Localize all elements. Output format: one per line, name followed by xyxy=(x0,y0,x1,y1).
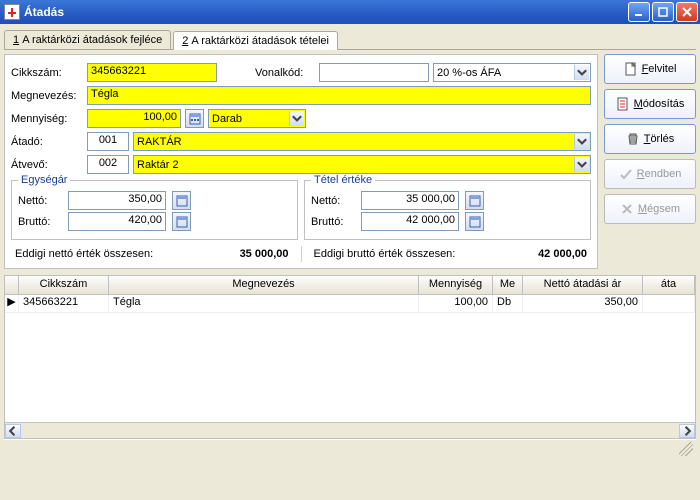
egysegar-netto-input[interactable]: 350,00 xyxy=(68,191,166,210)
tab-header[interactable]: 1 A raktárközi átadások fejléce xyxy=(4,30,171,49)
tetel-legend: Tétel értéke xyxy=(311,174,375,186)
items-grid: Cikkszám Megnevezés Mennyiség Me Nettó á… xyxy=(4,275,696,439)
calculator-icon[interactable] xyxy=(172,212,191,231)
egysegar-group: Egységár Nettó: 350,00 Bruttó: 420,00 xyxy=(11,180,298,240)
totals-row: Eddigi nettó érték összesen: 35 000,00 E… xyxy=(11,246,591,262)
mennyiseg-input[interactable]: 100,00 xyxy=(87,109,181,128)
tetel-group: Tétel értéke Nettó: 35 000,00 Bruttó: 42… xyxy=(304,180,591,240)
atvevo-code-input[interactable]: 002 xyxy=(87,155,129,174)
table-row[interactable]: ▶ 345663221 Tégla 100,00 Db 350,00 xyxy=(5,295,695,313)
col-megnevezes[interactable]: Megnevezés xyxy=(109,276,419,294)
chevron-down-icon xyxy=(289,111,304,126)
chevron-down-icon xyxy=(574,65,589,80)
chevron-down-icon xyxy=(574,157,589,172)
col-me[interactable]: Me xyxy=(493,276,523,294)
resize-grip-icon[interactable] xyxy=(679,442,693,456)
vonalkod-input[interactable] xyxy=(319,63,429,82)
minimize-button[interactable] xyxy=(628,2,650,22)
cancel-icon xyxy=(620,202,634,216)
calculator-icon[interactable] xyxy=(465,191,484,210)
egysegar-brutto-input[interactable]: 420,00 xyxy=(68,212,166,231)
calculator-icon[interactable] xyxy=(172,191,191,210)
scroll-left-icon[interactable] xyxy=(5,424,21,438)
megnevezes-label: Megnevezés: xyxy=(11,90,83,102)
tab-items[interactable]: 2 A raktárközi átadások tételei xyxy=(173,31,338,50)
cikkszam-input[interactable]: 345663221 xyxy=(87,63,217,82)
atado-name-select[interactable]: RAKTÁR xyxy=(133,132,591,151)
atado-code-input[interactable]: 001 xyxy=(87,132,129,151)
afa-select[interactable]: 20 %-os ÁFA xyxy=(433,63,591,82)
tetel-netto-input[interactable]: 35 000,00 xyxy=(361,191,459,210)
tetel-brutto-input[interactable]: 42 000,00 xyxy=(361,212,459,231)
mennyiseg-label: Mennyiség: xyxy=(11,113,83,125)
rendben-button[interactable]: Rendben xyxy=(604,159,696,189)
egysegar-netto-label: Nettó: xyxy=(18,195,62,207)
egysegar-legend: Egységár xyxy=(18,174,70,186)
sum-netto-label: Eddigi nettó érték összesen: xyxy=(15,248,199,260)
sum-brutto-label: Eddigi bruttó érték összesen: xyxy=(314,248,498,260)
scroll-right-icon[interactable] xyxy=(679,424,695,438)
edit-icon xyxy=(616,97,630,111)
window-title: Átadás xyxy=(24,5,628,19)
trash-icon xyxy=(626,132,640,146)
felvitel-button[interactable]: Felvitel xyxy=(604,54,696,84)
egyseg-select[interactable]: Darab xyxy=(208,109,306,128)
status-bar xyxy=(4,439,696,457)
horizontal-scrollbar[interactable] xyxy=(5,422,695,438)
tetel-netto-label: Nettó: xyxy=(311,195,355,207)
calculator-icon[interactable] xyxy=(185,109,204,128)
modositas-button[interactable]: Módosítás xyxy=(604,89,696,119)
row-selector-header[interactable] xyxy=(5,276,19,294)
egysegar-brutto-label: Bruttó: xyxy=(18,216,62,228)
app-icon xyxy=(4,4,20,20)
close-button[interactable] xyxy=(676,2,698,22)
atado-label: Átadó: xyxy=(11,136,83,148)
megsem-button[interactable]: Mégsem xyxy=(604,194,696,224)
col-cikkszam[interactable]: Cikkszám xyxy=(19,276,109,294)
torles-button[interactable]: Törlés xyxy=(604,124,696,154)
col-mennyiseg[interactable]: Mennyiség xyxy=(419,276,493,294)
cikkszam-label: Cikkszám: xyxy=(11,67,83,79)
calculator-icon[interactable] xyxy=(465,212,484,231)
check-icon xyxy=(619,167,633,181)
tab-strip: 1 A raktárközi átadások fejléce 2 A rakt… xyxy=(4,28,696,50)
col-ata[interactable]: áta xyxy=(643,276,695,294)
vonalkod-label: Vonalkód: xyxy=(255,67,315,79)
col-netto-ar[interactable]: Nettó átadási ár xyxy=(523,276,643,294)
atvevo-label: Átvevő: xyxy=(11,159,83,171)
sum-netto-value: 35 000,00 xyxy=(199,248,289,260)
atvevo-name-select[interactable]: Raktár 2 xyxy=(133,155,591,174)
window-titlebar: Átadás xyxy=(0,0,700,24)
row-indicator-icon: ▶ xyxy=(5,295,19,312)
chevron-down-icon xyxy=(574,134,589,149)
form-panel: Cikkszám: 345663221 Vonalkód: 20 %-os ÁF… xyxy=(4,54,598,269)
action-buttons: Felvitel Módosítás Törlés Rendben Mégsem xyxy=(604,54,696,269)
maximize-button[interactable] xyxy=(652,2,674,22)
sum-brutto-value: 42 000,00 xyxy=(497,248,587,260)
tetel-brutto-label: Bruttó: xyxy=(311,216,355,228)
new-icon xyxy=(624,62,638,76)
megnevezes-input[interactable]: Tégla xyxy=(87,86,591,105)
